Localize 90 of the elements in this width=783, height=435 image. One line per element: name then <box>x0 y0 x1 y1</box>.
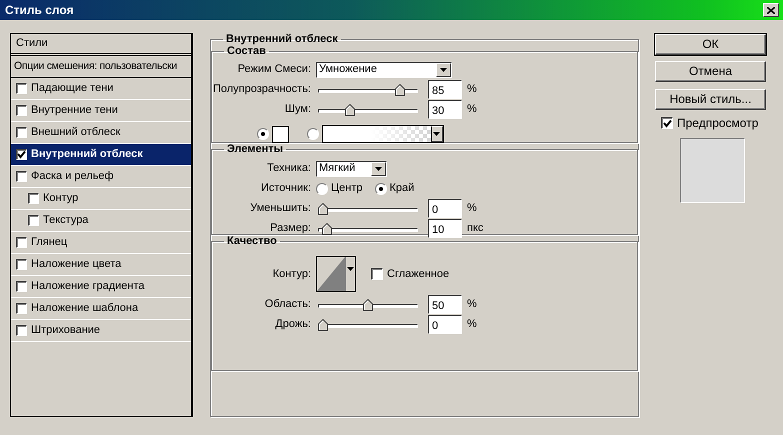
style-item[interactable]: Внутренний отблеск <box>11 144 191 166</box>
unit-label: % <box>467 318 477 332</box>
antialias-option[interactable]: Сглаженное <box>371 268 450 281</box>
style-item[interactable]: Текстура <box>11 210 191 232</box>
unit-label: % <box>467 298 477 312</box>
checkbox[interactable] <box>371 268 383 280</box>
caret-icon <box>440 68 447 72</box>
field-label: Техника: <box>266 162 312 176</box>
slider-track[interactable] <box>318 202 418 215</box>
caret-icon <box>347 267 354 272</box>
dropdown[interactable]: Умножение <box>316 62 452 78</box>
value-field[interactable]: 30 <box>428 100 462 120</box>
style-item[interactable]: Штрихование <box>11 320 191 342</box>
contour-picker[interactable] <box>316 256 356 292</box>
field-label: Уменьшить: <box>249 202 312 216</box>
value-field[interactable]: 10 <box>428 219 462 238</box>
unit-label: пкс <box>467 222 484 236</box>
checkbox[interactable] <box>16 105 27 116</box>
radio-button[interactable] <box>306 128 319 140</box>
slider-thumb[interactable] <box>394 84 404 96</box>
slider-track[interactable] <box>318 298 418 311</box>
checkbox[interactable] <box>16 83 27 94</box>
radio-button[interactable] <box>316 182 328 195</box>
field-label: Шум: <box>284 103 312 116</box>
radio-button[interactable] <box>374 182 386 195</box>
close-icon <box>767 6 775 14</box>
field-label: Размер: <box>269 222 312 236</box>
value-field[interactable]: 0 <box>428 199 462 218</box>
preview-option[interactable]: Предпросмотр <box>661 116 766 130</box>
field-label: Контур: <box>272 268 312 281</box>
group-title: Элементы <box>226 143 284 156</box>
contour-curve-icon <box>317 257 345 292</box>
gradient-picker[interactable] <box>322 125 444 144</box>
value-field[interactable]: 0 <box>428 315 462 334</box>
checkbox[interactable] <box>661 117 673 130</box>
unit-label: % <box>467 83 477 96</box>
checkbox[interactable] <box>16 325 27 336</box>
style-item[interactable]: Глянец <box>11 232 191 254</box>
field-label: Полупрозрачность: <box>212 83 312 96</box>
checkbox[interactable] <box>28 193 39 204</box>
slider-track[interactable] <box>318 84 418 96</box>
slider-thumb[interactable] <box>345 104 355 116</box>
slider-thumb[interactable] <box>318 202 328 215</box>
slider-thumb[interactable] <box>318 318 328 331</box>
style-item[interactable]: Стили <box>11 34 191 56</box>
caret-icon <box>375 166 382 171</box>
radio-option[interactable]: Край <box>374 182 414 196</box>
radio-button[interactable] <box>257 128 269 140</box>
dialog-button[interactable]: ОК <box>655 34 766 55</box>
style-item[interactable]: Опции смешения: пользовательски <box>11 56 191 78</box>
dialog-button[interactable]: Отмена <box>655 61 766 82</box>
checkbox[interactable] <box>16 303 27 314</box>
style-item[interactable]: Фаска и рельеф <box>11 166 191 188</box>
checkbox[interactable] <box>16 237 27 248</box>
field-label: Область: <box>264 298 312 312</box>
window-title: Стиль слоя <box>5 2 74 18</box>
value-field[interactable]: 50 <box>428 295 462 314</box>
group-title: Состав <box>226 45 267 58</box>
slider-track[interactable] <box>318 318 418 331</box>
radio-option[interactable]: Центр <box>316 182 362 196</box>
field-label: Режим Смеси: <box>236 63 312 76</box>
unit-label: % <box>467 202 477 216</box>
slider-thumb[interactable] <box>363 298 373 311</box>
unit-label: % <box>467 103 477 116</box>
checkbox[interactable] <box>16 171 27 182</box>
checkbox[interactable] <box>28 215 39 226</box>
checkbox[interactable] <box>16 259 27 270</box>
close-button[interactable] <box>763 3 779 17</box>
group-title: Качество <box>226 235 278 248</box>
style-item[interactable]: Внутренние тени <box>11 100 191 122</box>
value-field[interactable]: 85 <box>428 80 462 100</box>
style-item[interactable]: Контур <box>11 188 191 210</box>
field-label: Дрожь: <box>274 318 312 332</box>
checkbox[interactable] <box>16 149 27 160</box>
checkbox[interactable] <box>16 281 27 292</box>
style-item[interactable]: Падающие тени <box>11 78 191 100</box>
slider-track[interactable] <box>318 104 418 116</box>
panel-title: Внутренний отблеск <box>225 33 339 46</box>
color-swatch[interactable] <box>272 126 289 143</box>
caret-icon <box>433 132 440 136</box>
dropdown[interactable]: Мягкий <box>316 160 387 177</box>
style-item[interactable]: Наложение цвета <box>11 254 191 276</box>
checkbox[interactable] <box>16 127 27 138</box>
slider-track[interactable] <box>318 222 418 235</box>
style-item[interactable]: Наложение градиента <box>11 276 191 298</box>
dialog-button[interactable]: Новый стиль... <box>655 89 766 110</box>
preview-swatch <box>680 138 745 204</box>
field-label: Источник: <box>260 182 312 196</box>
style-item[interactable]: Наложение шаблона <box>11 298 191 320</box>
slider-thumb[interactable] <box>322 222 332 235</box>
